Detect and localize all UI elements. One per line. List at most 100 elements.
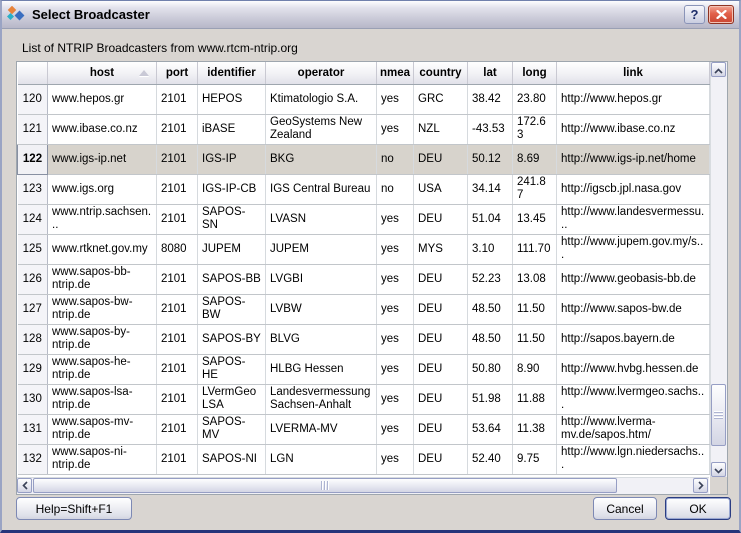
column-header-identifier[interactable]: identifier — [198, 62, 266, 84]
column-header-long[interactable]: long — [513, 62, 557, 84]
cell-operator[interactable]: GeoSystems New Zealand — [266, 114, 377, 144]
column-header-host[interactable]: host — [48, 62, 157, 84]
cell-port[interactable]: 2101 — [157, 354, 198, 384]
cell-nmea[interactable]: yes — [377, 264, 414, 294]
cell-long[interactable]: 8.90 — [513, 354, 557, 384]
cell-port[interactable]: 2101 — [157, 414, 198, 444]
scroll-up-button[interactable] — [711, 62, 726, 77]
cell-lat[interactable]: 38.42 — [468, 84, 513, 114]
horizontal-scrollbar[interactable] — [17, 477, 709, 494]
cell-operator[interactable]: HLBG Hessen — [266, 354, 377, 384]
cell-long[interactable]: 11.88 — [513, 384, 557, 414]
cell-nmea[interactable]: yes — [377, 294, 414, 324]
cell-host[interactable]: www.igs.org — [48, 174, 157, 204]
cell-link[interactable]: http://www.sapos-bw.de — [557, 294, 710, 324]
cancel-button[interactable]: Cancel — [593, 497, 657, 520]
vertical-scroll-thumb[interactable] — [711, 384, 726, 446]
cell-nmea[interactable]: yes — [377, 84, 414, 114]
table-row[interactable]: 128www.sapos-by-ntrip.de2101SAPOS-BYBLVG… — [18, 324, 710, 354]
cell-operator[interactable]: LGN — [266, 444, 377, 474]
cell-lat[interactable]: 50.80 — [468, 354, 513, 384]
help-titlebar-button[interactable]: ? — [684, 5, 705, 24]
cell-operator[interactable]: LVERMA-MV — [266, 414, 377, 444]
table-row[interactable]: 125www.rtknet.gov.my8080JUPEMJUPEMyesMYS… — [18, 234, 710, 264]
cell-nmea[interactable]: yes — [377, 414, 414, 444]
cell-operator[interactable]: Ktimatologio S.A. — [266, 84, 377, 114]
cell-host[interactable]: www.igs-ip.net — [48, 144, 157, 174]
table-row[interactable]: 124www.ntrip.sachsen...2101SAPOS-SNLVASN… — [18, 204, 710, 234]
row-number[interactable]: 122 — [18, 144, 48, 174]
cell-nmea[interactable]: no — [377, 174, 414, 204]
table-row[interactable]: 126www.sapos-bb-ntrip.de2101SAPOS-BBLVGB… — [18, 264, 710, 294]
cell-link[interactable]: http://www.ibase.co.nz — [557, 114, 710, 144]
cell-port[interactable]: 2101 — [157, 264, 198, 294]
table-row[interactable]: 130www.sapos-lsa-ntrip.de2101LVermGeoLSA… — [18, 384, 710, 414]
cell-nmea[interactable]: yes — [377, 384, 414, 414]
row-number[interactable]: 129 — [18, 354, 48, 384]
cell-country[interactable]: NZL — [414, 114, 468, 144]
cell-host[interactable]: www.sapos-by-ntrip.de — [48, 324, 157, 354]
close-button[interactable] — [708, 5, 734, 24]
cell-long[interactable]: 241.87 — [513, 174, 557, 204]
cell-country[interactable]: DEU — [414, 324, 468, 354]
cell-port[interactable]: 8080 — [157, 234, 198, 264]
cell-lat[interactable]: 48.50 — [468, 324, 513, 354]
cell-identifier[interactable]: SAPOS-SN — [198, 204, 266, 234]
cell-host[interactable]: www.ibase.co.nz — [48, 114, 157, 144]
cell-country[interactable]: DEU — [414, 144, 468, 174]
cell-port[interactable]: 2101 — [157, 114, 198, 144]
ok-button[interactable]: OK — [665, 497, 731, 520]
cell-port[interactable]: 2101 — [157, 324, 198, 354]
scroll-down-button[interactable] — [711, 462, 726, 477]
cell-link[interactable]: http://www.lgn.niedersachs... — [557, 444, 710, 474]
cell-identifier[interactable]: SAPOS-NI — [198, 444, 266, 474]
cell-country[interactable]: DEU — [414, 384, 468, 414]
cell-long[interactable]: 8.69 — [513, 144, 557, 174]
table-row[interactable]: 120www.hepos.gr2101HEPOSKtimatologio S.A… — [18, 84, 710, 114]
vertical-scrollbar[interactable] — [710, 62, 727, 477]
column-header-country[interactable]: country — [414, 62, 468, 84]
row-number[interactable]: 131 — [18, 414, 48, 444]
table-row[interactable]: 132www.sapos-ni-ntrip.de2101SAPOS-NILGNy… — [18, 444, 710, 474]
cell-link[interactable]: http://www.hvbg.hessen.de — [557, 354, 710, 384]
cell-nmea[interactable]: yes — [377, 324, 414, 354]
cell-nmea[interactable]: yes — [377, 234, 414, 264]
table-row[interactable]: 123www.igs.org2101IGS-IP-CBIGS Central B… — [18, 174, 710, 204]
cell-host[interactable]: www.sapos-mv-ntrip.de — [48, 414, 157, 444]
cell-link[interactable]: http://www.hepos.gr — [557, 84, 710, 114]
column-header-port[interactable]: port — [157, 62, 198, 84]
titlebar[interactable]: Select Broadcaster ? — [2, 1, 739, 29]
cell-country[interactable]: DEU — [414, 354, 468, 384]
table-row[interactable]: 122www.igs-ip.net2101IGS-IPBKGnoDEU50.12… — [18, 144, 710, 174]
cell-port[interactable]: 2101 — [157, 384, 198, 414]
cell-identifier[interactable]: LVermGeoLSA — [198, 384, 266, 414]
cell-long[interactable]: 11.38 — [513, 414, 557, 444]
row-number[interactable]: 127 — [18, 294, 48, 324]
cell-identifier[interactable]: iBASE — [198, 114, 266, 144]
cell-long[interactable]: 11.50 — [513, 294, 557, 324]
cell-host[interactable]: www.sapos-he-ntrip.de — [48, 354, 157, 384]
row-number[interactable]: 132 — [18, 444, 48, 474]
cell-lat[interactable]: 3.10 — [468, 234, 513, 264]
cell-link[interactable]: http://sapos.bayern.de — [557, 324, 710, 354]
cell-operator[interactable]: BKG — [266, 144, 377, 174]
table-row[interactable]: 127www.sapos-bw-ntrip.de2101SAPOS-BWLVBW… — [18, 294, 710, 324]
cell-host[interactable]: www.sapos-lsa-ntrip.de — [48, 384, 157, 414]
row-number[interactable]: 128 — [18, 324, 48, 354]
cell-identifier[interactable]: SAPOS-BW — [198, 294, 266, 324]
cell-link[interactable]: http://www.jupem.gov.my/s... — [557, 234, 710, 264]
cell-country[interactable]: DEU — [414, 204, 468, 234]
cell-link[interactable]: http://www.igs-ip.net/home — [557, 144, 710, 174]
column-header-nmea[interactable]: nmea — [377, 62, 414, 84]
cell-lat[interactable]: 52.40 — [468, 444, 513, 474]
cell-link[interactable]: http://www.geobasis-bb.de — [557, 264, 710, 294]
table-row[interactable]: 121www.ibase.co.nz2101iBASEGeoSystems Ne… — [18, 114, 710, 144]
cell-host[interactable]: www.sapos-ni-ntrip.de — [48, 444, 157, 474]
horizontal-scroll-thumb[interactable] — [33, 478, 617, 493]
cell-link[interactable]: http://igscb.jpl.nasa.gov — [557, 174, 710, 204]
cell-identifier[interactable]: SAPOS-BY — [198, 324, 266, 354]
cell-identifier[interactable]: IGS-IP — [198, 144, 266, 174]
row-number[interactable]: 120 — [18, 84, 48, 114]
cell-port[interactable]: 2101 — [157, 174, 198, 204]
cell-country[interactable]: USA — [414, 174, 468, 204]
